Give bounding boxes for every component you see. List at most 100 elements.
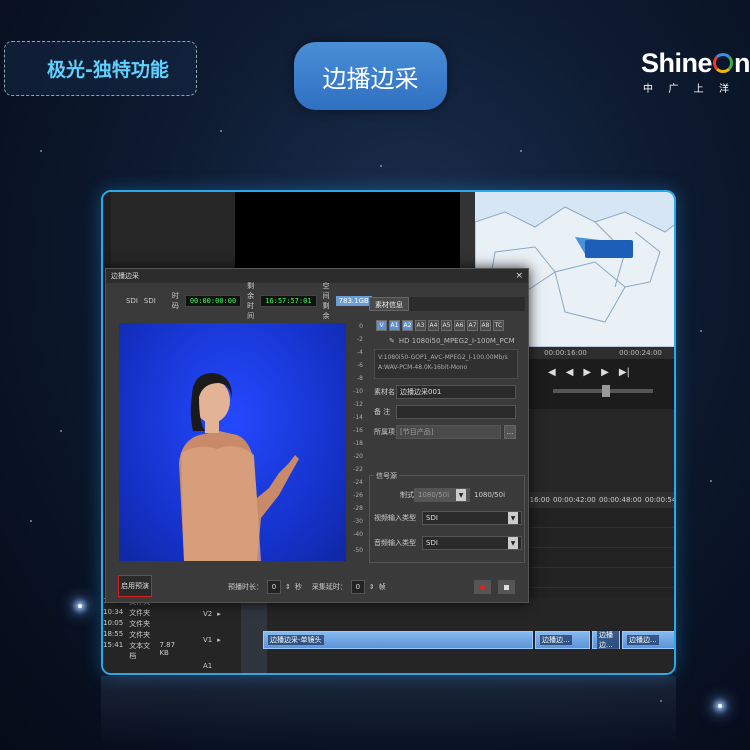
file-row[interactable]: 10:05 文件夹 xyxy=(103,619,183,630)
asset-name-input[interactable]: 边播边采001 xyxy=(396,385,516,399)
remaining-space-label: 空间剩余 xyxy=(322,282,330,320)
file-list: 13:30文件夹 10:34文件夹 10:05文件夹 18:55文件夹 15:4… xyxy=(103,597,183,673)
video-input-select[interactable]: SDI ▼ xyxy=(422,511,522,525)
timeline-clip[interactable]: 边播边... xyxy=(592,630,620,650)
logo-sub-char: 上 xyxy=(693,84,704,95)
slide-title: 边播边采 xyxy=(294,42,447,110)
signal-source-title: 信号源 xyxy=(374,471,399,481)
step-forward-icon[interactable]: ▶ xyxy=(601,367,609,378)
scrub-bar[interactable] xyxy=(553,385,653,397)
format-value: HD 1080i50_MPEG2_I-100M_PCM xyxy=(398,337,515,345)
asset-info-panel: 素材信息 V A1 A2 A3 A4 A5 A6 A7 A8 TC ✎ HD 1… xyxy=(369,297,525,439)
capture-dialog: 边播边采 × SDI SDI 时码 00:00:00:00 剩余时间 16:57… xyxy=(105,268,529,603)
logo-sub-char: 中 xyxy=(643,84,653,95)
step-back-icon[interactable]: ◀ xyxy=(566,367,574,378)
track-toggle-icon[interactable]: ▸ xyxy=(217,610,221,618)
audio-level-meter: 0 -2 -4 -6 -8 -10 -12 -14 -16 -18 -20 -2… xyxy=(349,323,363,561)
play-icon[interactable]: ▶ xyxy=(583,367,591,378)
channel-toggle-a3[interactable]: A3 xyxy=(415,320,426,331)
enable-preview-button[interactable]: 启用预演 xyxy=(118,575,152,597)
file-name: 文件夹 xyxy=(129,609,151,617)
chevron-down-icon: ▼ xyxy=(508,512,518,524)
preroll-stepper-icon[interactable]: ⇕ xyxy=(285,583,291,591)
clip-label: 边播边... xyxy=(627,635,659,645)
file-time: 15:41 xyxy=(103,641,124,649)
feature-label: 极光-独特功能 xyxy=(4,41,197,96)
browse-button[interactable]: ... xyxy=(504,425,516,439)
preroll-input[interactable]: 0 xyxy=(267,580,281,594)
track-panel: 13:30文件夹 10:34文件夹 10:05文件夹 18:55文件夹 15:4… xyxy=(103,597,674,673)
format-settings-icon[interactable]: ✎ xyxy=(389,337,395,345)
capture-delay-input[interactable]: 0 xyxy=(350,580,365,594)
channel-toggle-a6[interactable]: A6 xyxy=(454,320,465,331)
channel-toggle-v[interactable]: V xyxy=(376,320,387,331)
audio-input-value: SDI xyxy=(426,539,438,547)
file-row[interactable]: 15:41 文本文档 7.87 KB xyxy=(103,641,183,660)
channel-toggle-tc[interactable]: TC xyxy=(493,320,504,331)
location-input[interactable]: [节目产品] xyxy=(396,425,501,439)
vu-tick-label: -4 xyxy=(357,349,363,356)
source-label: SDI xyxy=(126,297,138,305)
vu-tick-label: -28 xyxy=(353,505,363,512)
ruler-label: 16:00 xyxy=(529,496,550,504)
screen-reflection xyxy=(101,676,676,746)
track-header-a1[interactable]: A1 xyxy=(203,657,263,673)
close-icon[interactable]: × xyxy=(515,271,523,281)
file-name: 文本文档 xyxy=(129,642,151,660)
dialog-titlebar: 边播边采 × xyxy=(106,269,528,283)
map-location-tag xyxy=(585,240,633,258)
file-time: 18:55 xyxy=(103,630,124,638)
channel-toggle-a4[interactable]: A4 xyxy=(428,320,439,331)
format-select[interactable]: 1080/50i ▼ xyxy=(414,488,470,502)
seconds-unit: 秒 xyxy=(294,583,302,591)
channel-toggle-a8[interactable]: A8 xyxy=(480,320,491,331)
file-row[interactable]: 10:34 文件夹 xyxy=(103,608,183,619)
capture-delay-label: 采集延时： xyxy=(311,583,347,591)
file-name: 文件夹 xyxy=(129,620,151,628)
record-icon xyxy=(480,584,485,590)
ruler-label: 00:00:42:00 xyxy=(553,496,596,504)
channel-toggle-a1[interactable]: A1 xyxy=(389,320,400,331)
record-button[interactable] xyxy=(474,580,491,594)
presenter-figure xyxy=(179,373,299,561)
channel-toggle-a7[interactable]: A7 xyxy=(467,320,478,331)
audio-input-select[interactable]: SDI ▼ xyxy=(422,536,522,550)
track-toggle-icon[interactable]: ▸ xyxy=(217,636,221,644)
asset-name-label: 素材名 xyxy=(374,388,395,396)
channel-toggle-a5[interactable]: A5 xyxy=(441,320,452,331)
ruler-label: 00:00:24:00 xyxy=(619,349,662,357)
monitor-controls: 00:00:16:00 00:00:24:00 ◀ ◀ ▶ ▶ ▶| xyxy=(528,347,674,409)
next-frame-icon[interactable]: ▶| xyxy=(619,367,630,378)
timeline-clip[interactable]: 边播边... xyxy=(622,631,674,649)
format-select-row: 制式 1080/50i ▼ 1080/50i xyxy=(400,488,505,502)
vu-tick-label: -6 xyxy=(357,362,363,369)
frames-unit: 帧 xyxy=(378,583,386,591)
note-input[interactable] xyxy=(396,405,516,419)
monitor-ruler: 00:00:16:00 00:00:24:00 xyxy=(528,347,674,359)
prev-frame-icon[interactable]: ◀ xyxy=(548,367,556,378)
scrub-handle[interactable] xyxy=(602,385,610,397)
vu-tick-label: -40 xyxy=(353,531,363,538)
ruler-label: 00:00:54 xyxy=(644,496,676,504)
remaining-space-display: 783.1GB xyxy=(335,296,372,306)
timeline-ruler[interactable]: 16:00 00:00:42:00 00:00:48:00 00:00:54 xyxy=(528,492,676,508)
timecode-display: 00:00:00:00 xyxy=(184,295,242,307)
tab-asset-info[interactable]: 素材信息 xyxy=(369,297,409,311)
track-header-v1[interactable]: V1 ▸ xyxy=(203,631,263,649)
capture-delay-stepper-icon[interactable]: ⇕ xyxy=(369,583,375,591)
file-time: 10:34 xyxy=(103,608,124,616)
channel-toggle-a2[interactable]: A2 xyxy=(402,320,413,331)
timeline-clip[interactable]: 边播边... xyxy=(535,631,590,649)
audio-input-row: 音频输入类型 SDI ▼ xyxy=(374,536,522,550)
file-row[interactable]: 18:55 文件夹 xyxy=(103,630,183,641)
track-header-v2[interactable]: V2 ▸ xyxy=(203,605,263,623)
timeline-clip[interactable]: 边播边采-单镜头 xyxy=(263,631,533,649)
video-input-label: 视频输入类型 xyxy=(374,514,416,522)
logo-sub-char: 洋 xyxy=(718,84,729,95)
ruler-label: 00:00:16:00 xyxy=(544,349,587,357)
timing-controls: 预播时长： 0 ⇕ 秒 采集延时： 0 ⇕ 帧 xyxy=(228,580,386,594)
stop-button[interactable] xyxy=(498,580,515,594)
vu-tick-label: -30 xyxy=(353,518,363,525)
vu-tick-label: -18 xyxy=(353,440,363,447)
editor-screenshot: 00:00:16:00 00:00:24:00 ◀ ◀ ▶ ▶ ▶| 16:00… xyxy=(101,190,676,675)
